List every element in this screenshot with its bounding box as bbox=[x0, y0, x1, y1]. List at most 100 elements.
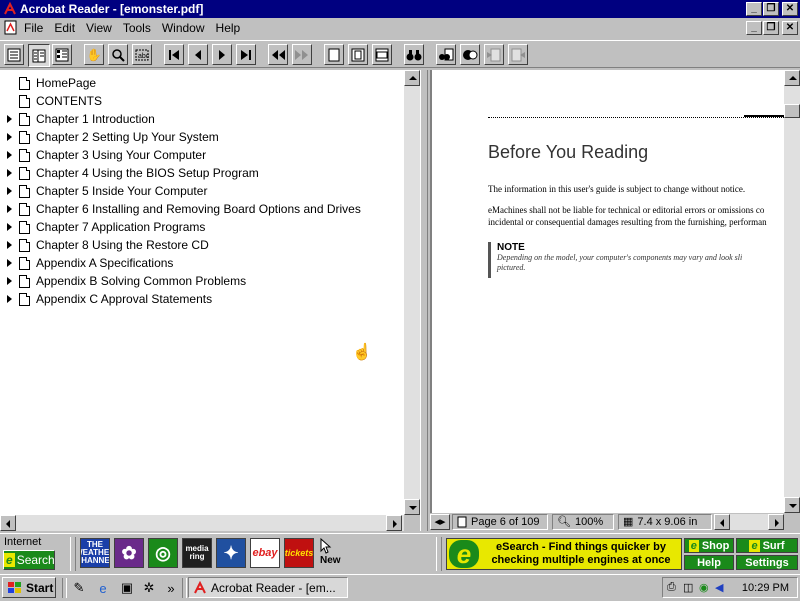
expand-triangle-icon[interactable] bbox=[7, 295, 12, 303]
splitter-arrows-icon[interactable]: ◂▸ bbox=[430, 514, 450, 530]
fit-page-icon[interactable] bbox=[348, 44, 368, 65]
desktop-shortcut-icon[interactable]: ▣ bbox=[118, 579, 136, 597]
expand-triangle-icon[interactable] bbox=[7, 223, 12, 231]
scroll-up-icon[interactable] bbox=[404, 70, 420, 86]
esearch-ad-banner[interactable]: e eSearch - Find things quicker by check… bbox=[446, 538, 682, 570]
scroll-down-icon[interactable] bbox=[784, 497, 800, 513]
fit-width-icon[interactable] bbox=[372, 44, 392, 65]
search-document-icon[interactable] bbox=[436, 44, 456, 65]
bookmarks-and-page-icon[interactable] bbox=[28, 44, 50, 67]
internet-explorer-icon[interactable]: e bbox=[94, 579, 112, 597]
ebay-icon[interactable]: ebay bbox=[250, 538, 280, 568]
close-button[interactable]: ✕ bbox=[782, 2, 798, 16]
expand-triangle-icon[interactable] bbox=[7, 151, 12, 159]
status-horizontal-scrollbar[interactable] bbox=[714, 514, 784, 530]
hand-tool-icon[interactable]: ✋ bbox=[84, 44, 104, 65]
page-icon bbox=[19, 113, 30, 126]
acrobat-app-icon[interactable] bbox=[3, 1, 17, 19]
title-bar[interactable]: Acrobat Reader - [emonster.pdf] _ ❐ ✕ bbox=[0, 0, 800, 18]
document-menu-icon[interactable] bbox=[4, 20, 18, 38]
scroll-right-icon[interactable] bbox=[386, 515, 402, 531]
bookmarks-vertical-scrollbar[interactable] bbox=[404, 70, 420, 515]
go-forward-icon[interactable] bbox=[292, 44, 312, 65]
document-vertical-scrollbar[interactable] bbox=[784, 70, 800, 513]
scroll-left-icon[interactable] bbox=[714, 514, 730, 530]
menu-bar: File Edit View Tools Window Help _ ❐ ✕ bbox=[0, 18, 800, 38]
edit-shortcut-icon[interactable]: ✎ bbox=[70, 579, 88, 597]
scroll-right-icon[interactable] bbox=[768, 514, 784, 530]
tickets-icon[interactable]: tickets bbox=[284, 538, 314, 568]
expand-triangle-icon[interactable] bbox=[7, 187, 12, 195]
menu-file[interactable]: File bbox=[24, 21, 43, 35]
menu-view[interactable]: View bbox=[86, 21, 112, 35]
restore-button[interactable]: ❐ bbox=[763, 2, 779, 16]
scroll-down-icon[interactable] bbox=[404, 499, 420, 515]
expand-triangle-icon[interactable] bbox=[7, 169, 12, 177]
volume-tray-icon[interactable]: ◀ bbox=[715, 581, 723, 594]
printer-tray-icon[interactable]: ⎙ bbox=[667, 581, 676, 594]
start-button[interactable]: Start bbox=[2, 577, 56, 598]
scroll-left-icon[interactable] bbox=[0, 515, 16, 531]
document-paragraph: The information in this user's guide is … bbox=[488, 184, 746, 194]
last-page-icon[interactable] bbox=[236, 44, 256, 65]
next-highlight-icon[interactable] bbox=[508, 44, 528, 65]
document-pane[interactable]: Before You Reading The information in th… bbox=[430, 70, 784, 513]
first-page-icon[interactable] bbox=[164, 44, 184, 65]
zoom-tool-icon[interactable] bbox=[108, 44, 128, 65]
window-title: Acrobat Reader - [emonster.pdf] bbox=[20, 2, 204, 16]
bookmarks-pane[interactable]: HomePage CONTENTS Chapter 1 Introduction… bbox=[0, 70, 404, 515]
help-button[interactable]: Help bbox=[684, 555, 734, 570]
esearch-button[interactable]: e Search bbox=[3, 550, 55, 570]
internet-toolbar: Internet e Search THE WEATHER CHANNEL ✿ … bbox=[0, 533, 800, 574]
zoom-indicator[interactable]: 🔍︎ 100% bbox=[552, 514, 614, 530]
media-ring-icon[interactable]: media ring bbox=[182, 538, 212, 568]
doc-close-button[interactable]: ✕ bbox=[782, 21, 798, 35]
doc-minimize-button[interactable]: _ bbox=[746, 21, 762, 35]
expand-triangle-icon[interactable] bbox=[7, 115, 12, 123]
next-page-icon[interactable] bbox=[212, 44, 232, 65]
go-back-icon[interactable] bbox=[268, 44, 288, 65]
expand-triangle-icon[interactable] bbox=[7, 277, 12, 285]
band-grip[interactable] bbox=[436, 537, 442, 571]
minimize-button[interactable]: _ bbox=[746, 2, 762, 16]
scroll-up-icon[interactable] bbox=[784, 70, 800, 86]
page-only-icon[interactable] bbox=[4, 44, 24, 65]
settings-button[interactable]: Settings bbox=[736, 555, 798, 570]
more-shortcuts-icon[interactable]: » bbox=[162, 579, 180, 597]
menu-help[interactable]: Help bbox=[216, 21, 241, 35]
zoom-level-text: 100% bbox=[574, 516, 604, 528]
expand-triangle-icon[interactable] bbox=[7, 259, 12, 267]
expand-triangle-icon[interactable] bbox=[7, 133, 12, 141]
expand-triangle-icon[interactable] bbox=[7, 205, 12, 213]
thumbnails-and-page-icon[interactable] bbox=[52, 44, 72, 65]
utility-shortcut-icon[interactable]: ✲ bbox=[140, 579, 158, 597]
find-icon[interactable] bbox=[404, 44, 424, 65]
actual-size-icon[interactable] bbox=[324, 44, 344, 65]
search-results-icon[interactable] bbox=[460, 44, 480, 65]
greetings-icon[interactable]: ◎ bbox=[148, 538, 178, 568]
new-shortcut-button[interactable]: New bbox=[318, 538, 348, 568]
taskbar-acrobat-button[interactable]: Acrobat Reader - [em... bbox=[188, 577, 348, 598]
flower-icon[interactable]: ✿ bbox=[114, 538, 144, 568]
weather-channel-icon[interactable]: THE WEATHER CHANNEL bbox=[80, 538, 110, 568]
esearch-logo-icon: e bbox=[688, 539, 699, 552]
bookmarks-horizontal-scrollbar[interactable] bbox=[0, 515, 404, 531]
expand-triangle-icon[interactable] bbox=[7, 241, 12, 249]
page-indicator[interactable]: Page 6 of 109 bbox=[452, 514, 548, 530]
previous-page-icon[interactable] bbox=[188, 44, 208, 65]
previous-highlight-icon[interactable] bbox=[484, 44, 504, 65]
esearch-tray-icon[interactable]: ◉ bbox=[699, 581, 709, 594]
doc-restore-button[interactable]: ❐ bbox=[763, 21, 779, 35]
compass-icon[interactable]: ✦ bbox=[216, 538, 246, 568]
pane-splitter[interactable] bbox=[420, 70, 428, 531]
shop-button[interactable]: e Shop bbox=[684, 538, 734, 553]
text-select-tool-icon[interactable]: abc bbox=[132, 44, 152, 65]
menu-window[interactable]: Window bbox=[162, 21, 205, 35]
surf-button[interactable]: e Surf bbox=[736, 538, 798, 553]
note-body-line: Depending on the model, your computer's … bbox=[497, 253, 743, 262]
band-grip[interactable] bbox=[70, 537, 76, 571]
scroll-thumb[interactable] bbox=[784, 104, 800, 118]
menu-edit[interactable]: Edit bbox=[54, 21, 75, 35]
network-tray-icon[interactable]: ◫ bbox=[683, 581, 693, 594]
menu-tools[interactable]: Tools bbox=[123, 21, 151, 35]
